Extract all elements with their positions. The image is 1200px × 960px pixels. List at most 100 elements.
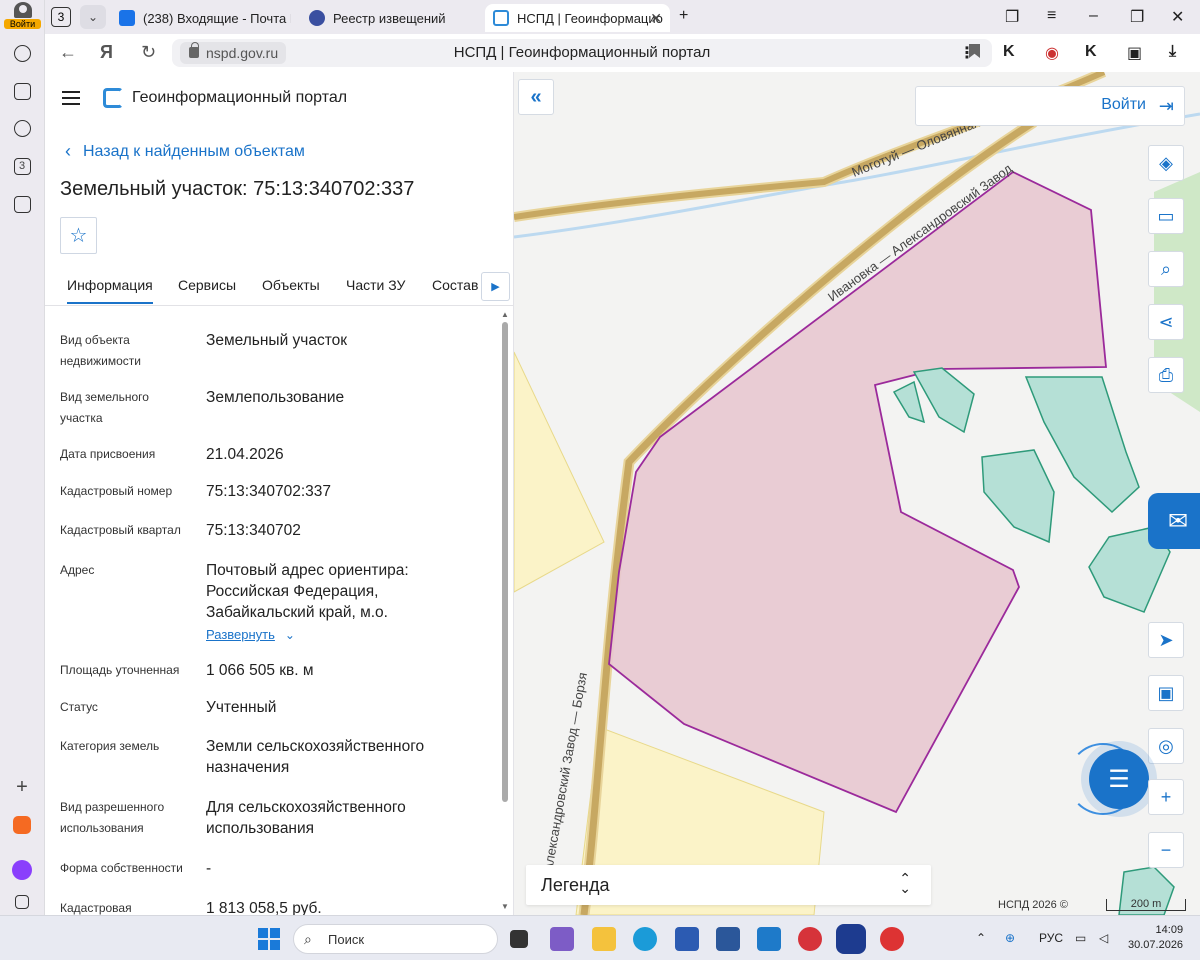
file-explorer-icon[interactable] (592, 927, 616, 951)
panel-scrollbar[interactable] (502, 322, 508, 802)
screenshot-icon[interactable] (12, 194, 32, 214)
reload-icon[interactable]: ↻ (141, 42, 156, 63)
collections-icon[interactable] (12, 81, 32, 101)
extension-k-icon[interactable]: K (1003, 43, 1015, 61)
minimize-icon[interactable]: – (1089, 7, 1098, 25)
chevron-down-icon[interactable]: ⌄ (285, 628, 295, 642)
chat-button[interactable]: ☰ (1089, 749, 1149, 809)
map-view[interactable]: Моготуй — Оловянная Ивановка — Александр… (514, 72, 1200, 915)
field-area (514, 351, 605, 593)
menu-burger-icon[interactable] (62, 91, 80, 105)
login-button[interactable]: Войти ⇥ (915, 86, 1185, 126)
profile-login-label: Войти (4, 19, 41, 29)
back-to-results-link[interactable]: ‹ Назад к найденным объектам (65, 141, 305, 162)
tab-nspd[interactable]: НСПД | Геоинформацио ✕ (485, 4, 670, 32)
legend-bar[interactable]: Легенда ⌃ ⌄ (526, 865, 931, 905)
store-icon[interactable] (675, 927, 699, 951)
tab-parts[interactable]: Части ЗУ (346, 277, 405, 293)
tabs-scroll-right-button[interactable]: ▶ (481, 272, 510, 301)
zoom-in-button[interactable]: + (1148, 779, 1184, 815)
info-key: Вид объекта недвижимости (60, 333, 141, 368)
volume-icon[interactable]: ◁ (1099, 931, 1108, 945)
back-icon[interactable]: ← (59, 42, 77, 63)
extension-shield-icon[interactable]: ▣ (1127, 43, 1142, 63)
geolocation-button[interactable]: ➤ (1148, 622, 1184, 658)
menu-icon[interactable]: ≡ (1047, 7, 1056, 25)
download-icon[interactable]: ⤓ (1169, 43, 1176, 61)
clock[interactable]: 14:09 30.07.2026 (1128, 923, 1183, 953)
info-key: Вид земельного участка (60, 390, 149, 425)
app-c-icon[interactable] (880, 927, 904, 951)
tab-count-button[interactable]: 3 (51, 7, 71, 27)
maximize-icon[interactable]: ❐ (1130, 7, 1144, 27)
add-icon[interactable]: + (12, 776, 32, 798)
tab-objects[interactable]: Объекты (262, 277, 320, 293)
url-field[interactable]: nspd.gov.ru НСПД | Геоинформационный пор… (172, 39, 992, 67)
collapse-panel-button[interactable]: « (518, 79, 554, 115)
yandex-icon[interactable]: Я (100, 42, 113, 63)
feedback-side-tab[interactable]: ✉ (1148, 493, 1200, 549)
scroll-down-icon[interactable]: ▼ (501, 902, 509, 911)
tab-services[interactable]: Сервисы (178, 277, 236, 293)
tab-registry[interactable]: Реестр извещений (301, 4, 481, 32)
info-value: Для сельскохозяйственного использования (206, 799, 406, 837)
close-tab-icon[interactable]: ✕ (650, 10, 662, 27)
info-value: Земельный участок (206, 332, 348, 349)
expand-address-link[interactable]: Развернуть (206, 624, 275, 645)
info-value: 21.04.2026 (206, 446, 284, 463)
display-icon[interactable]: ▭ (1075, 931, 1086, 945)
yandex-browser-icon[interactable] (836, 924, 866, 954)
search-icon: ⌕ (304, 931, 312, 947)
mail-app-icon[interactable] (12, 815, 32, 835)
tab-composition[interactable]: Состав (432, 277, 478, 293)
sidebar-settings-icon[interactable] (12, 892, 32, 912)
edge-icon[interactable] (633, 927, 657, 951)
outlook-icon[interactable] (757, 927, 781, 951)
copilot-icon[interactable] (550, 927, 574, 951)
zoom-out-button[interactable]: − (1148, 832, 1184, 868)
taskbar: ⌕ Поиск ⌃ ⊕ РУС ▭ ◁ 14:09 30.07.2026 (0, 915, 1200, 960)
video-icon[interactable] (12, 118, 32, 138)
favorite-star-button[interactable]: ☆ (60, 217, 97, 254)
tab-mail[interactable]: (238) Входящие - Почта М (111, 4, 291, 32)
search-area-icon: ⌕ (1160, 258, 1172, 279)
info-key: Площадь уточненная (60, 663, 180, 677)
history-icon[interactable] (12, 43, 32, 63)
print-button[interactable]: ⎙ (1148, 357, 1184, 393)
taskbar-search[interactable]: ⌕ Поиск (293, 924, 498, 954)
star-icon: ☆ (69, 225, 88, 247)
tabs-count-icon[interactable]: 3 (12, 156, 32, 176)
ruler-button[interactable]: ▭ (1148, 198, 1184, 234)
info-key: Форма собственности (60, 861, 183, 875)
task-view-icon[interactable] (510, 930, 528, 948)
browser-sidebar: Войти 3 + (0, 0, 45, 915)
start-button[interactable] (258, 928, 280, 950)
caret-right-icon: ▶ (491, 281, 500, 293)
extension-target-icon[interactable]: ◉ (1045, 43, 1059, 63)
extension-k2-icon[interactable]: K (1085, 43, 1097, 61)
portal-logo-icon (103, 88, 123, 108)
share-button[interactable]: ⋖ (1148, 304, 1184, 340)
word-icon[interactable] (716, 927, 740, 951)
profile-button[interactable]: Войти (4, 2, 41, 32)
share-icon: ⋖ (1158, 311, 1174, 332)
tray-app-icon[interactable]: ⊕ (1005, 931, 1015, 945)
area-search-button[interactable]: ⌕ (1148, 251, 1184, 287)
language-indicator[interactable]: РУС (1039, 931, 1063, 945)
tab-list-chevron-icon[interactable]: ⌄ (80, 5, 106, 29)
locate-button[interactable]: ◎ (1148, 728, 1184, 764)
minimap-button[interactable]: ▣ (1148, 675, 1184, 711)
layers-button[interactable]: ◈ (1148, 145, 1184, 181)
new-tab-icon[interactable]: + (679, 7, 688, 25)
scroll-up-icon[interactable]: ▲ (501, 310, 509, 319)
address-bar: ← Я ↻ nspd.gov.ru НСПД | Геоинформационн… (45, 34, 1200, 72)
tray-chevron-icon[interactable]: ⌃ (976, 931, 986, 945)
alice-icon[interactable] (12, 860, 32, 880)
bookmarks-icon[interactable]: ❐ (1005, 7, 1019, 27)
more-icon[interactable]: ⋮ (959, 43, 975, 63)
minus-icon: − (1160, 839, 1172, 860)
close-window-icon[interactable]: ✕ (1171, 7, 1184, 27)
tab-info[interactable]: Информация (67, 277, 153, 304)
app-red-icon[interactable] (798, 927, 822, 951)
map-copyright: НСПД 2026 © (998, 899, 1068, 911)
